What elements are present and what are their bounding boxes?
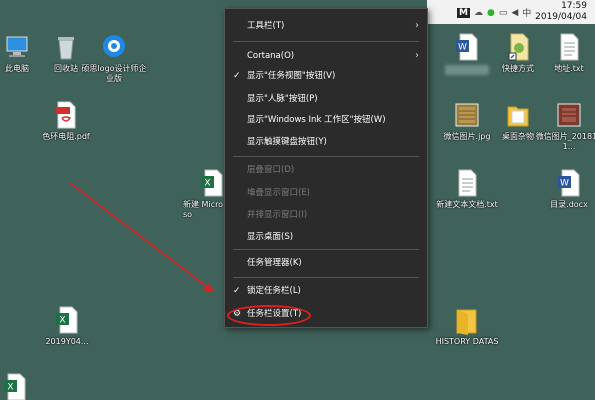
menu-item-task-manager[interactable]: 任务管理器(K) <box>225 253 427 273</box>
menu-item-people[interactable]: 显示"人脉"按钮(P) <box>225 89 427 109</box>
menu-item-label: 锁定任务栏(L) <box>247 286 301 296</box>
svg-text:X: X <box>204 179 210 189</box>
menu-item-label: 层叠窗口(D) <box>247 165 295 175</box>
checkmark-icon: ✓ <box>233 71 241 81</box>
image-icon <box>556 100 582 130</box>
pdf-icon <box>53 100 79 130</box>
menu-item-stack[interactable]: 堆叠显示窗口(E) <box>225 183 427 203</box>
menu-item-windows-ink[interactable]: 显示"Windows Ink 工作区"按钮(W) <box>225 110 427 130</box>
app-icon <box>101 32 127 62</box>
desktop-icon-excel-partial[interactable]: X <box>0 372 50 400</box>
svg-text:X: X <box>7 383 13 393</box>
menu-item-label: 显示"任务视图"按钮(V) <box>247 71 336 81</box>
desktop-icon-label: HISTORY DATAS <box>435 337 499 346</box>
desktop-icon-logo-app[interactable]: 硕思logo设计师企业版 <box>79 32 149 84</box>
desktop-icon-excel-new[interactable]: X 新建 Microso <box>183 168 227 220</box>
clock-time: 17:59 <box>561 1 587 11</box>
tray-icons: M ☁ ● ▭ ◀ 中 <box>457 6 531 19</box>
folder-icon <box>505 100 531 130</box>
svg-text:X: X <box>59 316 65 326</box>
image-icon <box>454 100 480 130</box>
desktop-icon-label: 新建 Microso <box>183 200 224 219</box>
network-icon[interactable]: ▭ <box>499 8 508 18</box>
taskbar-context-menu: 工具栏(T) › Cortana(O) › ✓ 显示"任务视图"按钮(V) 显示… <box>224 8 428 328</box>
excel-icon: X <box>54 305 80 335</box>
svg-text:W: W <box>560 179 569 189</box>
excel-icon: X <box>2 372 28 400</box>
menu-item-show-desktop[interactable]: 显示桌面(S) <box>225 227 427 247</box>
menu-item-label: 显示"Windows Ink 工作区"按钮(W) <box>247 115 386 125</box>
desktop-icon-wechat-image-2[interactable]: 微信图片_2018111... <box>534 100 595 152</box>
menu-separator <box>233 249 419 250</box>
menu-item-task-view[interactable]: ✓ 显示"任务视图"按钮(V) <box>225 66 427 86</box>
menu-item-side-by-side[interactable]: 并排显示窗口(I) <box>225 205 427 225</box>
wechat-icon[interactable]: ● <box>487 8 495 18</box>
menu-item-label: 任务管理器(K) <box>247 258 302 268</box>
checkmark-icon: ✓ <box>233 286 241 296</box>
folder-icon <box>454 305 480 335</box>
desktop-icon-new-txt[interactable]: 新建文本文档.txt <box>432 168 502 210</box>
clock[interactable]: 17:59 2019/04/04 <box>535 1 587 23</box>
menu-item-label: 并排显示窗口(I) <box>247 210 308 220</box>
text-file-icon <box>454 168 480 198</box>
recycle-bin-icon <box>53 32 79 62</box>
menu-item-label: 堆叠显示窗口(E) <box>247 188 311 198</box>
menu-item-label: 显示"人脉"按钮(P) <box>247 94 318 104</box>
menu-separator <box>233 41 419 42</box>
ime-icon[interactable]: 中 <box>522 6 531 19</box>
menu-item-label: 显示桌面(S) <box>247 232 294 242</box>
computer-icon <box>4 32 30 62</box>
highlight-circle <box>227 305 311 326</box>
m-tray-icon[interactable]: M <box>457 7 470 18</box>
menu-item-lock-taskbar[interactable]: ✓ 锁定任务栏(L) <box>225 281 427 301</box>
desktop-icon-label: 色环电阻.pdf <box>42 132 90 141</box>
volume-icon[interactable]: ◀ <box>511 8 518 18</box>
menu-item-label: 显示触摸键盘按钮(Y) <box>247 137 327 147</box>
taskbar-tray: M ☁ ● ▭ ◀ 中 17:59 2019/04/04 <box>427 0 595 24</box>
desktop-icon-address-txt[interactable]: 地址.txt <box>534 32 595 74</box>
menu-separator <box>233 277 419 278</box>
menu-separator <box>233 156 419 157</box>
desktop[interactable]: M ☁ ● ▭ ◀ 中 17:59 2019/04/04 此电脑 回收站 硕思l… <box>0 0 595 400</box>
menu-item-cortana[interactable]: Cortana(O) › <box>225 46 427 66</box>
desktop-icon-label: 硕思logo设计师企业版 <box>81 64 147 83</box>
chevron-right-icon: › <box>415 20 419 31</box>
svg-text:W: W <box>458 43 467 53</box>
clock-date: 2019/04/04 <box>535 12 587 22</box>
shortcut-icon <box>505 32 531 62</box>
desktop-icon-catalog-docx[interactable]: W 目录.docx <box>534 168 595 210</box>
desktop-icon-history-datas[interactable]: HISTORY DATAS <box>432 305 502 347</box>
desktop-icon-excel-2019[interactable]: X 2019Y04... <box>32 305 102 347</box>
cloud-icon[interactable]: ☁ <box>474 8 483 18</box>
desktop-icon-label: 新建文本文档.txt <box>436 200 498 209</box>
text-file-icon <box>556 32 582 62</box>
word-icon: W <box>454 32 480 62</box>
excel-icon: X <box>199 168 225 198</box>
menu-item-label: 工具栏(T) <box>247 21 285 31</box>
word-icon: W <box>556 168 582 198</box>
menu-item-touch-keyboard[interactable]: 显示触摸键盘按钮(Y) <box>225 132 427 152</box>
menu-item-toolbars[interactable]: 工具栏(T) › <box>225 16 427 36</box>
desktop-icon-label: 2019Y04... <box>45 337 89 346</box>
desktop-icon-label: 地址.txt <box>554 64 584 73</box>
menu-item-cascade[interactable]: 层叠窗口(D) <box>225 160 427 180</box>
desktop-icon-pdf[interactable]: 色环电阻.pdf <box>31 100 101 142</box>
desktop-icon-label: 微信图片_2018111... <box>535 132 595 151</box>
desktop-icon-label: 目录.docx <box>550 200 588 209</box>
chevron-right-icon: › <box>415 50 419 61</box>
menu-item-label: Cortana(O) <box>247 51 295 61</box>
